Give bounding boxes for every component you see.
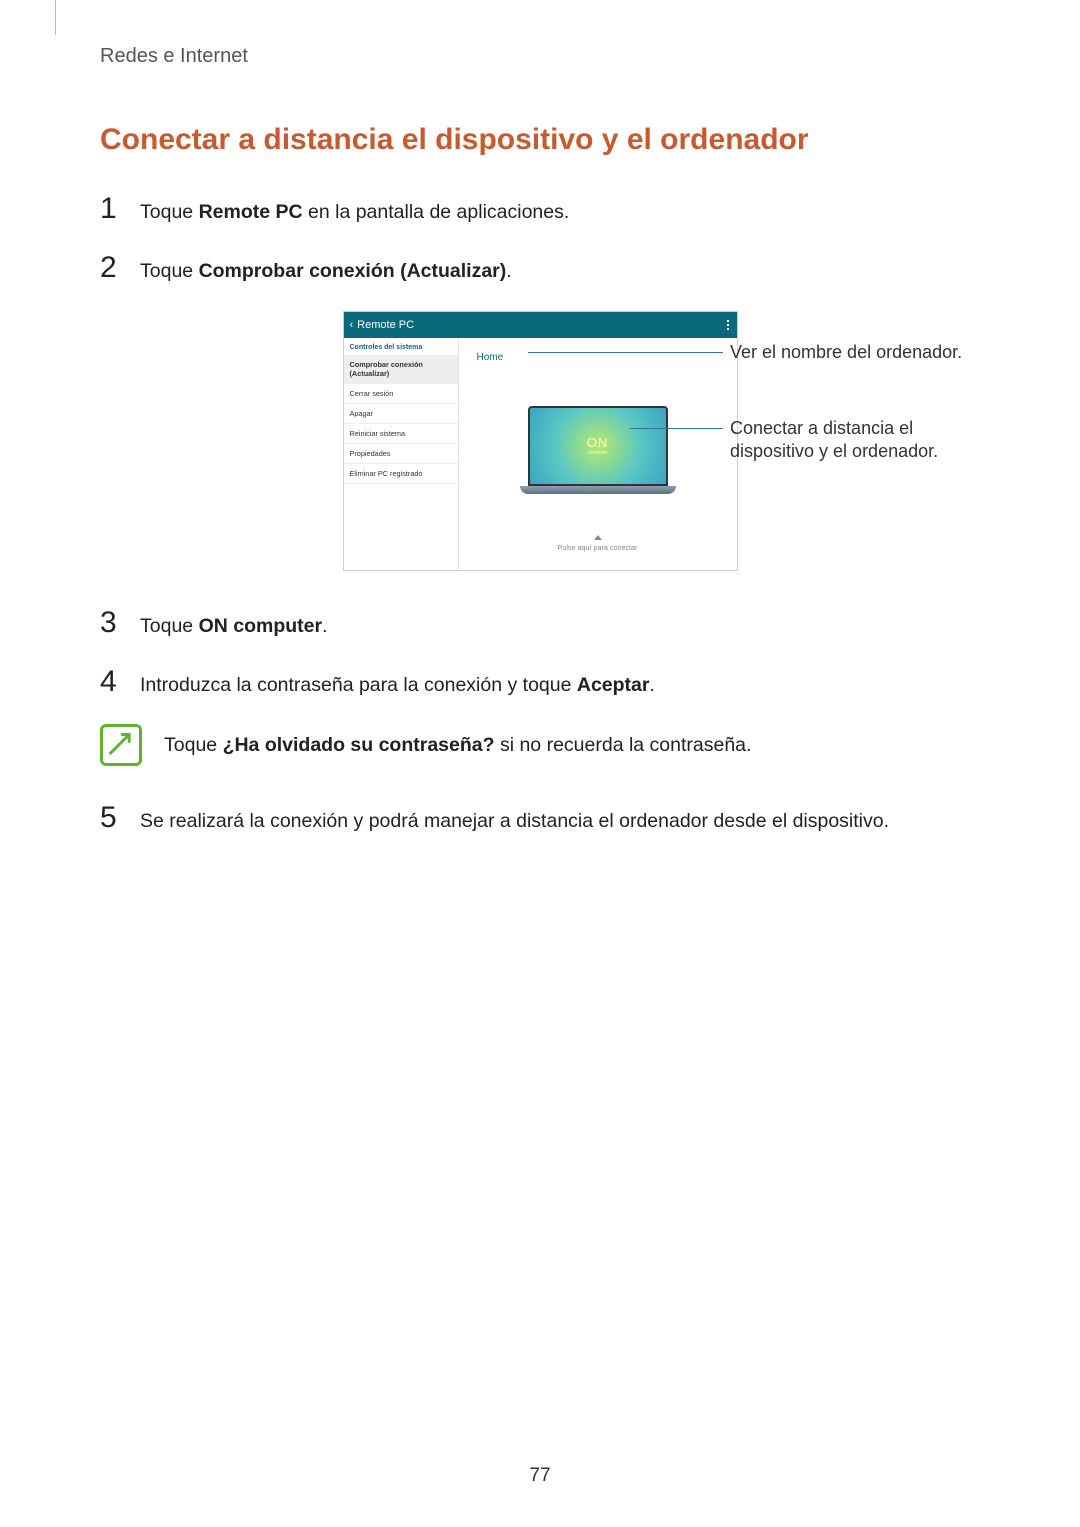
- callout-line: [528, 352, 723, 353]
- callout-name: Ver el nombre del ordenador.: [730, 341, 980, 364]
- step-number: 4: [100, 665, 122, 699]
- app-title: Remote PC: [357, 319, 414, 331]
- callout-connect: Conectar a distancia el dispositivo y el…: [730, 417, 980, 464]
- sidebar: Controles del sistema Comprobar conexión…: [344, 338, 459, 570]
- step-1: 1 Toque Remote PC en la pantalla de apli…: [100, 192, 980, 226]
- step-text: Introduzca la contraseña para la conexió…: [140, 672, 655, 699]
- note-icon: [100, 724, 142, 766]
- device-screenshot: ‹ Remote PC Controles del sistema Compro…: [343, 311, 738, 571]
- page-number: 77: [0, 1465, 1080, 1487]
- app-title-bar: ‹ Remote PC: [344, 312, 737, 338]
- sidebar-heading: Controles del sistema: [344, 338, 458, 355]
- sidebar-item-cerrar[interactable]: Cerrar sesión: [344, 384, 458, 404]
- on-label: ON: [587, 435, 609, 450]
- menu-icon[interactable]: [727, 320, 729, 330]
- laptop-graphic[interactable]: ON computer: [528, 406, 668, 494]
- step-4: 4 Introduzca la contraseña para la conex…: [100, 665, 980, 699]
- sidebar-item-apagar[interactable]: Apagar: [344, 404, 458, 424]
- connect-hint[interactable]: Pulse aquí para conectar: [459, 535, 737, 552]
- step-number: 1: [100, 192, 122, 226]
- figure: ‹ Remote PC Controles del sistema Compro…: [100, 311, 980, 571]
- main-panel: Home ON computer Pulse aquí para conecta…: [459, 338, 737, 570]
- computer-sublabel: computer: [587, 450, 608, 456]
- step-2: 2 Toque Comprobar conexión (Actualizar).: [100, 251, 980, 285]
- back-icon[interactable]: ‹: [350, 319, 354, 331]
- step-text: Se realizará la conexión y podrá manejar…: [140, 808, 889, 835]
- sidebar-item-propiedades[interactable]: Propiedades: [344, 444, 458, 464]
- step-text: Toque ON computer.: [140, 613, 328, 640]
- step-5: 5 Se realizará la conexión y podrá manej…: [100, 801, 980, 835]
- page-title: Conectar a distancia el dispositivo y el…: [100, 123, 980, 157]
- note-text: Toque ¿Ha olvidado su contraseña? si no …: [164, 724, 751, 759]
- arrow-up-icon: [594, 535, 602, 540]
- computer-name-label: Home: [477, 352, 504, 363]
- step-number: 2: [100, 251, 122, 285]
- step-number: 3: [100, 606, 122, 640]
- step-3: 3 Toque ON computer.: [100, 606, 980, 640]
- note: Toque ¿Ha olvidado su contraseña? si no …: [100, 724, 980, 766]
- sidebar-item-comprobar[interactable]: Comprobar conexión (Actualizar): [344, 355, 458, 384]
- sidebar-item-reiniciar[interactable]: Reiniciar sistema: [344, 424, 458, 444]
- step-text: Toque Comprobar conexión (Actualizar).: [140, 258, 512, 285]
- sidebar-item-eliminar[interactable]: Eliminar PC registrado: [344, 464, 458, 484]
- step-text: Toque Remote PC en la pantalla de aplica…: [140, 199, 569, 226]
- callout-line: [630, 428, 723, 429]
- step-number: 5: [100, 801, 122, 835]
- breadcrumb: Redes e Internet: [100, 45, 980, 68]
